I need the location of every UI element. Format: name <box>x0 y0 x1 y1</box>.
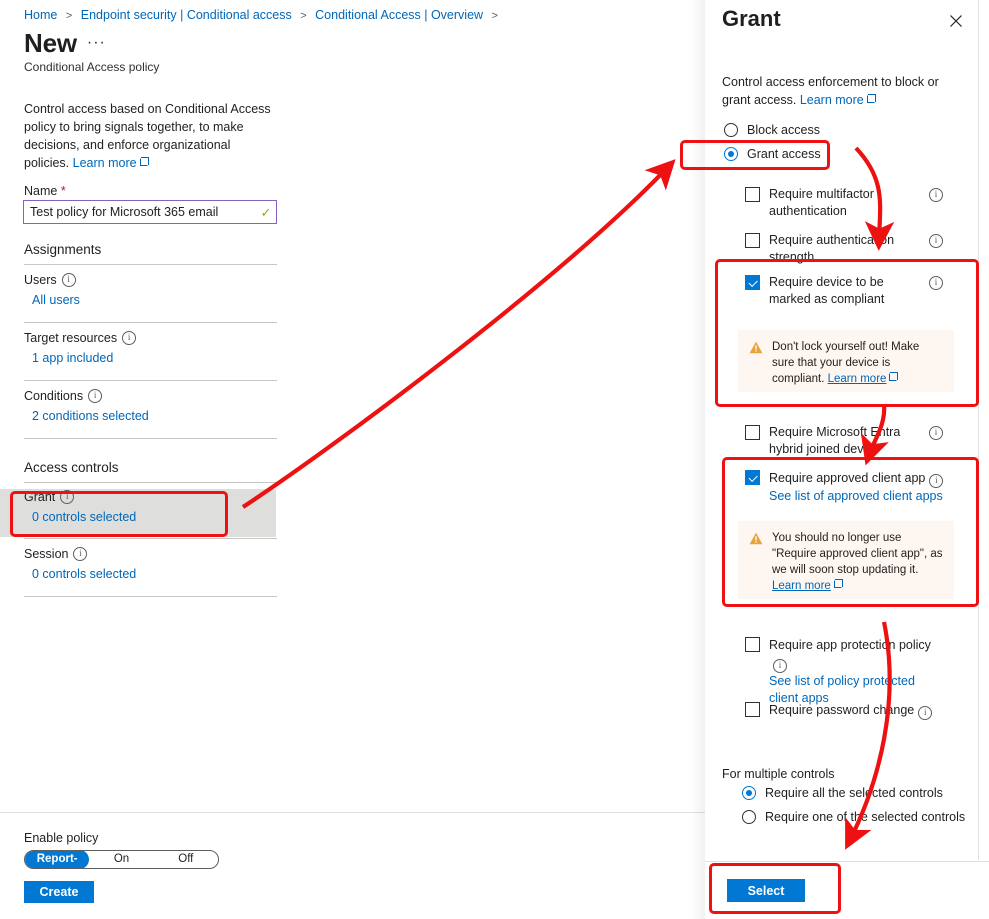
info-icon[interactable]: i <box>918 706 933 720</box>
blade-learn-more-link[interactable]: Learn more <box>800 93 876 107</box>
enable-policy-toggle[interactable]: Report-only On Off <box>24 850 219 869</box>
field-target-resources-value[interactable]: 1 app included <box>32 351 277 365</box>
toggle-option-off[interactable]: Off <box>154 851 218 868</box>
checkbox-require-hybrid-joined-device-label: Require Microsoft Entra hybrid joined de… <box>769 425 901 456</box>
blade-description: Control access enforcement to block or g… <box>722 73 954 109</box>
name-input-wrapper[interactable]: ✓ <box>23 200 277 224</box>
required-marker: * <box>60 184 66 198</box>
intro-learn-more-link[interactable]: Learn more <box>73 156 149 170</box>
radio-require-one-control[interactable]: Require one of the selected controls <box>742 810 965 824</box>
checkbox-require-hybrid-joined-device-box[interactable] <box>745 425 760 440</box>
radio-require-one-control-indicator[interactable] <box>742 810 756 824</box>
checkbox-require-app-protection-policy-box[interactable] <box>745 637 760 652</box>
checkbox-require-password-change[interactable]: Require password change i <box>745 701 945 720</box>
info-icon[interactable]: i <box>929 426 943 440</box>
info-icon[interactable]: i <box>122 331 137 345</box>
radio-block-access-label: Block access <box>747 123 820 137</box>
checkbox-require-multifactor-authentication-box[interactable] <box>745 187 760 202</box>
annotation-box-grant-access <box>680 140 830 170</box>
field-conditions-value[interactable]: 2 conditions selected <box>32 409 277 423</box>
checkbox-require-app-protection-policy-label: Require app protection policy <box>769 638 931 652</box>
breadcrumb-item-conditional-access-overview[interactable]: Conditional Access | Overview <box>315 8 483 22</box>
field-users-value[interactable]: All users <box>32 293 277 307</box>
blade-footer-divider <box>705 861 989 862</box>
access-controls-heading: Access controls <box>24 460 119 475</box>
field-target-resources-label: Target resources i <box>24 331 277 345</box>
annotation-box-require-compliant <box>715 259 979 407</box>
radio-require-all-controls-indicator[interactable] <box>742 786 756 800</box>
checkbox-require-hybrid-joined-device[interactable]: Require Microsoft Entra hybrid joined de… <box>745 424 920 458</box>
page-title: New <box>24 28 77 58</box>
more-options-icon[interactable]: ··· <box>87 34 106 57</box>
field-users[interactable]: Users i All users <box>24 273 277 307</box>
intro-text: Control access based on Conditional Acce… <box>24 100 279 172</box>
checkbox-require-multifactor-authentication[interactable]: Require multifactor authentication <box>745 186 935 220</box>
info-icon[interactable]: i <box>773 659 787 673</box>
field-session-label: Session i <box>24 547 277 561</box>
checkbox-require-app-protection-policy[interactable]: Require app protection policyi See list … <box>745 636 945 707</box>
breadcrumb-separator-icon: > <box>65 10 73 22</box>
radio-block-access-indicator[interactable] <box>724 123 738 137</box>
field-users-label: Users i <box>24 273 277 287</box>
field-session[interactable]: Session i 0 controls selected <box>24 547 277 581</box>
info-icon[interactable]: i <box>929 188 943 202</box>
checkbox-require-password-change-label: Require password change <box>769 703 915 717</box>
create-button[interactable]: Create <box>24 881 94 903</box>
multiple-controls-label: For multiple controls <box>722 767 835 781</box>
radio-require-all-controls[interactable]: Require all the selected controls <box>742 786 943 800</box>
assignments-heading: Assignments <box>24 242 102 257</box>
annotation-box-grant-row <box>10 491 228 537</box>
toggle-option-on[interactable]: On <box>89 851 153 868</box>
footer-divider <box>0 812 705 813</box>
screen-root: Home > Endpoint security | Conditional a… <box>0 0 989 919</box>
breadcrumb-separator-icon: > <box>491 10 498 22</box>
field-target-resources[interactable]: Target resources i 1 app included <box>24 331 277 365</box>
info-icon[interactable]: i <box>929 234 943 248</box>
info-icon[interactable]: i <box>88 389 103 403</box>
info-icon[interactable]: i <box>73 547 88 561</box>
checkbox-require-multifactor-authentication-label: Require multifactor authentication <box>769 187 874 218</box>
radio-block-access[interactable]: Block access <box>724 123 820 137</box>
close-icon[interactable] <box>945 10 967 32</box>
radio-require-all-controls-label: Require all the selected controls <box>765 786 943 800</box>
blade-title: Grant <box>722 6 781 31</box>
name-input[interactable] <box>24 205 256 219</box>
breadcrumb-item-home[interactable]: Home <box>24 8 57 22</box>
external-link-icon <box>139 157 149 166</box>
annotation-box-select-button <box>709 863 841 914</box>
field-conditions[interactable]: Conditions i 2 conditions selected <box>24 389 277 423</box>
external-link-icon <box>866 94 876 103</box>
blade-scrollbar[interactable] <box>978 0 979 860</box>
blade-shadow <box>690 0 705 919</box>
toggle-option-report-only[interactable]: Report-only <box>25 851 90 868</box>
checkbox-require-authentication-strength-box[interactable] <box>745 233 760 248</box>
name-field-label: Name * <box>24 184 66 198</box>
enable-policy-label: Enable policy <box>24 831 99 845</box>
valid-check-icon: ✓ <box>260 204 272 220</box>
field-session-value[interactable]: 0 controls selected <box>32 567 277 581</box>
breadcrumb-separator-icon: > <box>300 10 307 22</box>
radio-require-one-control-label: Require one of the selected controls <box>765 810 966 824</box>
info-icon[interactable]: i <box>61 273 76 287</box>
annotation-box-require-approved-app <box>722 457 979 607</box>
conditional-access-policy-form: Home > Endpoint security | Conditional a… <box>0 0 705 919</box>
breadcrumb: Home > Endpoint security | Conditional a… <box>24 8 503 22</box>
field-conditions-label: Conditions i <box>24 389 277 403</box>
page-title-row: New ··· <box>24 28 106 58</box>
page-subtitle: Conditional Access policy <box>24 60 160 74</box>
checkbox-require-password-change-box[interactable] <box>745 702 760 717</box>
breadcrumb-item-endpoint-security[interactable]: Endpoint security | Conditional access <box>81 8 292 22</box>
